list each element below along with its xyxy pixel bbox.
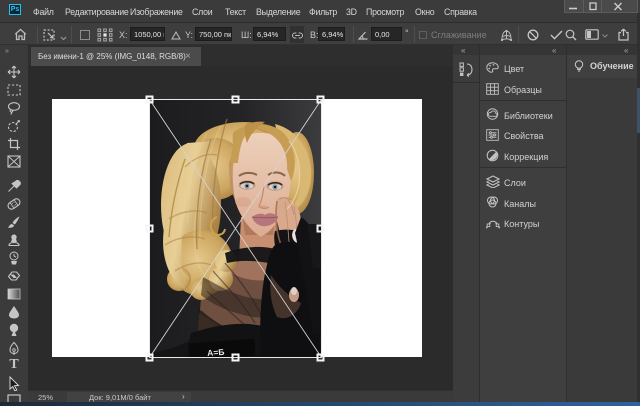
svg-text:А=Б: А=Б <box>207 347 225 357</box>
